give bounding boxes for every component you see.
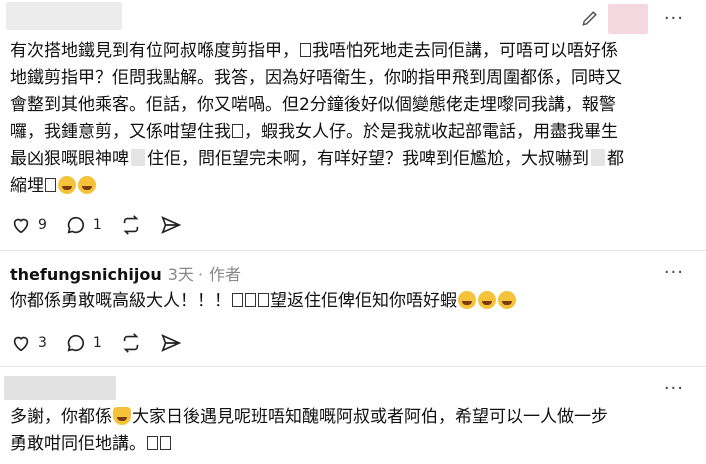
laugh-emoji: [78, 176, 96, 194]
reply-count: 1: [92, 217, 102, 233]
like-button[interactable]: 9: [10, 214, 47, 236]
comment-icon: [67, 334, 84, 352]
blurred-username: [6, 2, 122, 30]
more-icon[interactable]: ···: [664, 262, 684, 283]
missing-glyph: [300, 43, 311, 57]
comment-text: 最凶狠嘅眼神啤 住佢，問佢望完未啊，有咩好望？我啤到佢尷尬，大叔嚇到都: [10, 149, 624, 169]
reply-count: 1: [92, 335, 102, 351]
reply-button[interactable]: 1: [65, 214, 102, 236]
comment-author[interactable]: thefungsnichijou 3天 · 作者: [10, 261, 241, 285]
share-icon: [161, 334, 182, 352]
comment-time: 3天: [167, 265, 194, 284]
author-badge: 作者: [209, 265, 242, 284]
reply-button[interactable]: 1: [65, 332, 102, 354]
emoji: [498, 291, 516, 309]
comment-text: 囉，我鍾意剪，又係咁望住我 ，蝦我女人仔。於是我就收起部電話，用盡我畢生: [10, 122, 618, 142]
comment-icon: [67, 216, 84, 234]
cat-emoji: [113, 407, 131, 425]
comment-actions: 3 1: [10, 332, 200, 354]
comment-text: 有次搭地鐵見到有位阿叔喺度剪指甲， 我唔怕死地走去同佢講，可唔可以唔好係: [10, 41, 618, 61]
laugh-emoji: [58, 176, 76, 194]
heart-icon: [13, 336, 29, 352]
emoji: [478, 291, 496, 309]
repost-button[interactable]: [120, 214, 142, 236]
comment-text: 勇敢咁同佢地講。: [10, 431, 172, 458]
missing-glyph: [232, 124, 243, 138]
blurred-avatar: [608, 4, 648, 34]
comment-text: 地鐵剪指甲？佢問我點解。我答，因為好唔衛生，你啲指甲飛到周圍都係，同時又: [10, 68, 622, 88]
repost-icon: [123, 215, 139, 235]
blurred-username: [4, 376, 116, 400]
like-count: 9: [38, 217, 47, 233]
comment-text: 多謝，你都係 大家日後遇見呢班唔知醜嘅阿叔或者阿伯，希望可以一人做一步: [10, 407, 608, 427]
heart-icon: [13, 218, 29, 234]
more-icon[interactable]: ···: [664, 8, 684, 29]
comment-text: 你都係勇敢嘅高級大人！！！ 望返住佢俾佢知你唔好蝦: [10, 288, 517, 315]
divider: [0, 366, 706, 367]
pencil-icon[interactable]: [580, 8, 600, 28]
share-icon: [161, 216, 182, 234]
like-count: 3: [38, 335, 47, 351]
comment-text: 會整到其他乘客。佢話，你又啱喎。但2分鐘後好似個變態佬走埋嚟同我講，報警: [10, 95, 616, 115]
comment-actions: 9 1: [10, 214, 200, 236]
share-button[interactable]: [160, 332, 182, 354]
share-button[interactable]: [160, 214, 182, 236]
repost-icon: [123, 333, 139, 353]
like-button[interactable]: 3: [10, 332, 47, 354]
repost-button[interactable]: [120, 332, 142, 354]
emoji: [458, 291, 476, 309]
missing-glyph: [45, 178, 56, 192]
divider: [0, 250, 706, 251]
more-icon[interactable]: ···: [664, 378, 684, 399]
comment-text: 縮埋: [10, 173, 97, 200]
